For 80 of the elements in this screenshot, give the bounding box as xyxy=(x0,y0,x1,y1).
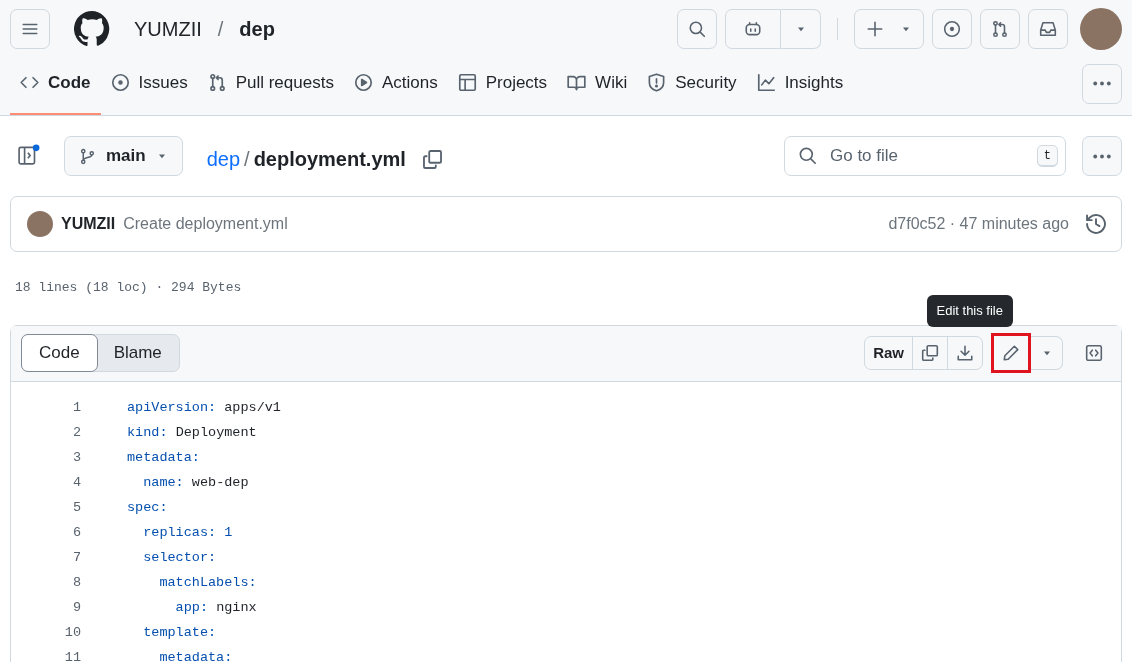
repo-tab[interactable]: Security xyxy=(637,52,747,115)
search-button[interactable] xyxy=(677,9,717,49)
repo-tab[interactable]: Issues xyxy=(100,52,198,115)
more-icon xyxy=(1093,81,1111,86)
tooltip: Edit this file xyxy=(926,295,1013,327)
code-line: matchLabels: xyxy=(158,573,257,592)
graph-icon xyxy=(756,73,776,92)
book-icon xyxy=(567,73,587,92)
repo-tab[interactable]: Insights xyxy=(746,52,854,115)
code-line: spec: xyxy=(127,498,168,517)
file-name: deployment.yml xyxy=(253,147,406,172)
issues-button[interactable] xyxy=(932,9,972,49)
shortcut-key: t xyxy=(1036,145,1058,167)
table-icon xyxy=(457,73,477,92)
logo-icon[interactable] xyxy=(74,11,110,47)
repo-tab[interactable]: Code xyxy=(10,52,101,115)
file-info: 18 lines (18 loc) · 294 Bytes xyxy=(14,279,243,297)
copilot-button[interactable] xyxy=(725,9,781,49)
copy-icon[interactable] xyxy=(421,148,443,170)
repo-tab[interactable]: Projects xyxy=(447,52,558,115)
code-line: selector: xyxy=(142,548,217,567)
more-icon xyxy=(1093,153,1111,159)
sidebar-toggle-icon[interactable] xyxy=(18,144,40,166)
code-line: name: web-dep xyxy=(142,473,249,492)
history-icon[interactable] xyxy=(1085,213,1107,235)
line-number: 7 xyxy=(71,548,81,567)
view-mode-tab[interactable]: Blame xyxy=(96,335,179,371)
line-number: 10 xyxy=(63,623,81,642)
code-line: metadata: xyxy=(127,448,200,467)
repo-link[interactable]: dep xyxy=(239,14,275,44)
menu-button[interactable] xyxy=(10,9,50,49)
issue-icon xyxy=(110,73,130,92)
code-line: template: xyxy=(142,623,217,642)
commit-message: Create deployment.yml xyxy=(123,214,288,234)
branch-icon xyxy=(79,147,96,165)
code-line: replicas: 1 xyxy=(142,523,233,542)
issue-icon xyxy=(943,20,961,38)
code-icon xyxy=(1085,344,1103,362)
breadcrumb-repo-link[interactable]: dep xyxy=(206,144,241,174)
search-icon xyxy=(798,146,817,165)
code-line: apiVersion: apps/v1 xyxy=(127,398,281,417)
code-line: app: nginx xyxy=(174,598,257,617)
view-mode-tab[interactable]: Code xyxy=(21,334,98,372)
commit-hash-time[interactable]: d7f0c52 · 47 minutes ago xyxy=(888,212,1069,236)
create-new-button[interactable] xyxy=(854,9,924,49)
line-number: 6 xyxy=(71,523,81,542)
owner-link[interactable]: YUMZII xyxy=(134,14,202,44)
repo-tab[interactable]: Actions xyxy=(343,52,448,115)
inbox-button[interactable] xyxy=(1028,9,1068,49)
pencil-icon xyxy=(1002,344,1020,362)
pull-request-icon xyxy=(207,73,227,92)
author-avatar xyxy=(27,211,53,237)
search-icon xyxy=(688,20,706,38)
plus-icon xyxy=(866,20,884,38)
play-icon xyxy=(353,73,373,92)
repo-tab[interactable]: Pull requests xyxy=(197,52,344,115)
pull-requests-button[interactable] xyxy=(980,9,1020,49)
user-avatar[interactable] xyxy=(1080,8,1122,50)
inbox-icon xyxy=(1039,20,1057,38)
line-number: 3 xyxy=(71,448,81,467)
code-line: kind: Deployment xyxy=(127,423,257,442)
line-number: 5 xyxy=(71,498,81,517)
repo-tab[interactable]: Wiki xyxy=(557,52,638,115)
download-icon xyxy=(956,344,974,362)
author-link[interactable]: YUMZII xyxy=(61,212,116,236)
code-line: metadata: xyxy=(158,648,233,662)
line-number: 9 xyxy=(71,598,81,617)
copy-icon xyxy=(921,344,939,362)
pull-request-icon xyxy=(991,20,1009,38)
line-number: 11 xyxy=(63,648,81,662)
robot-icon xyxy=(744,20,762,38)
path-separator: / xyxy=(217,17,224,42)
branch-button[interactable]: main xyxy=(64,136,183,176)
line-number: 2 xyxy=(71,423,81,442)
path-separator: / xyxy=(244,147,250,172)
line-number: 4 xyxy=(71,473,81,492)
shield-icon xyxy=(647,73,667,92)
line-number: 8 xyxy=(71,573,81,592)
line-number: 1 xyxy=(71,398,81,417)
edit-button[interactable] xyxy=(991,333,1031,373)
